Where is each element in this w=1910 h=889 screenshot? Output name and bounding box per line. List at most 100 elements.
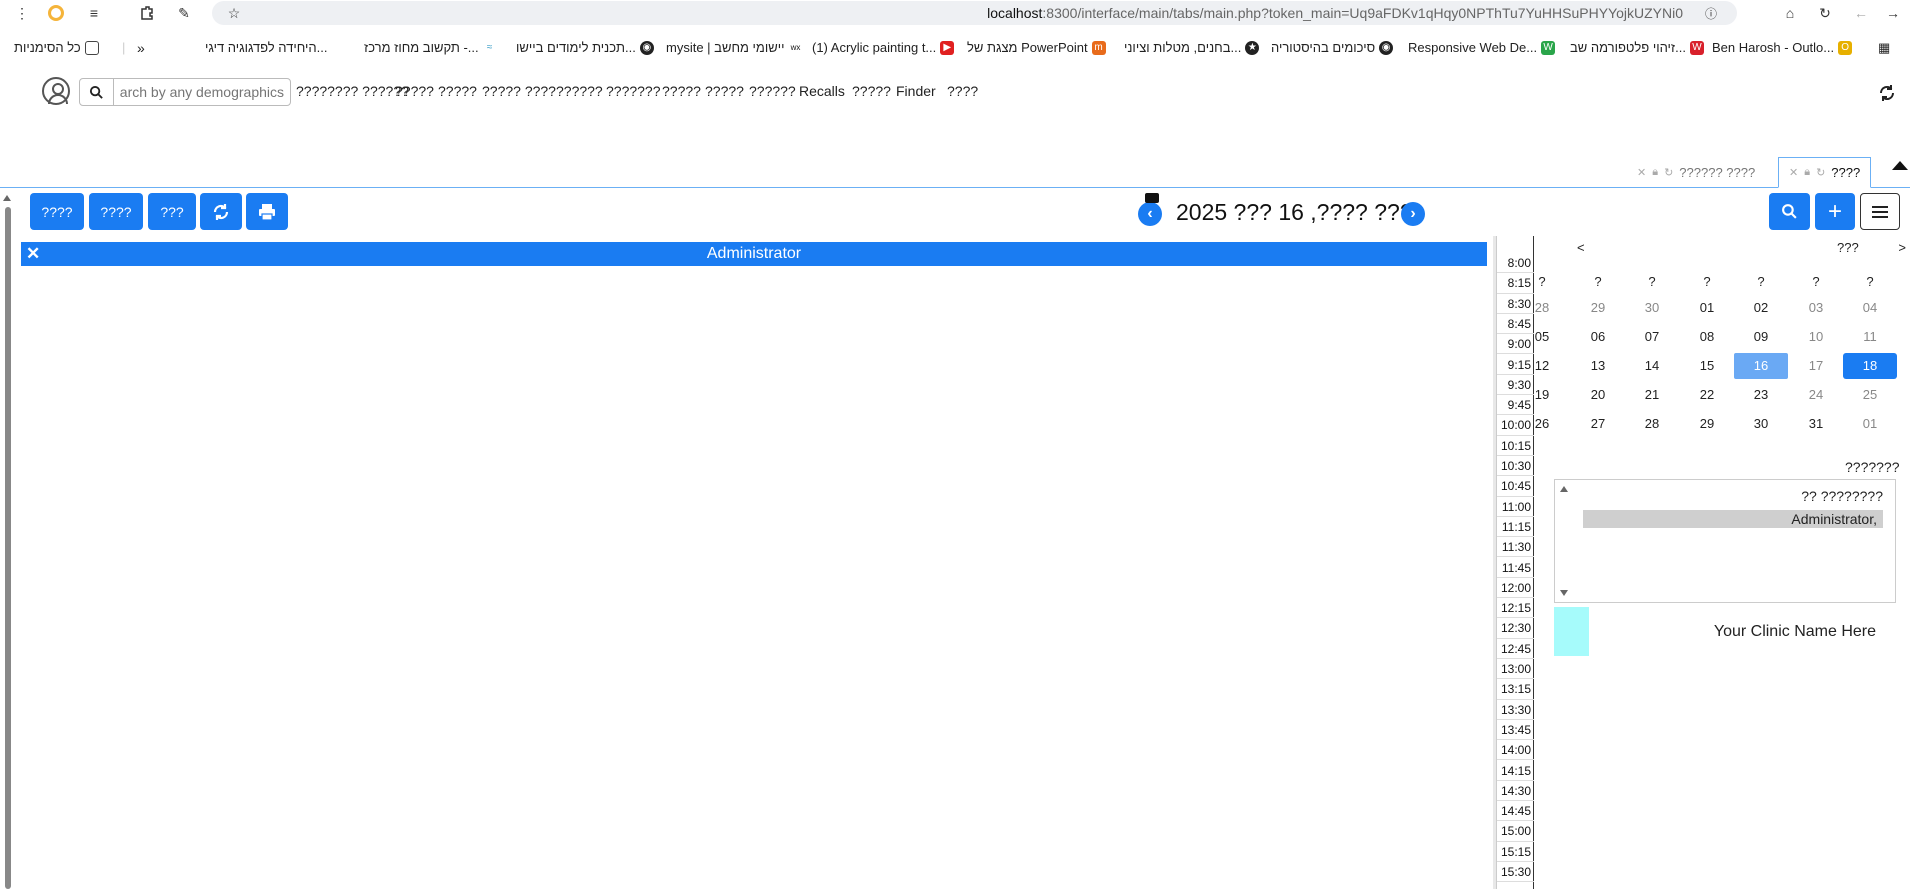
bookmark-5[interactable]: (1) Acrylic painting t... ▶: [812, 40, 955, 55]
forward-icon[interactable]: ←: [1851, 3, 1871, 23]
prev-day-button[interactable]: ‹: [1138, 202, 1162, 226]
menu-item-recalls[interactable]: Recalls: [799, 83, 845, 99]
sync-icon[interactable]: [1878, 84, 1896, 102]
mini-cal-day[interactable]: 26: [1515, 411, 1569, 437]
mini-cal-day[interactable]: 28: [1515, 295, 1569, 321]
media-control-icon[interactable]: ≡: [84, 3, 104, 23]
refresh-icon[interactable]: ↻: [1664, 166, 1673, 179]
menu-item-8[interactable]: ??????: [749, 83, 796, 99]
mini-cal-day[interactable]: 28: [1625, 411, 1679, 437]
menu-item-10[interactable]: ?????: [852, 83, 891, 99]
back-icon[interactable]: →: [1883, 3, 1903, 23]
mini-cal-day[interactable]: 05: [1515, 324, 1569, 350]
scroll-up-icon[interactable]: [1560, 486, 1568, 492]
kebab-menu-icon[interactable]: ⋮: [12, 3, 32, 23]
mini-cal-day[interactable]: 02: [1734, 295, 1788, 321]
menu-item-0[interactable]: ???????? ??????: [296, 83, 409, 99]
home-icon[interactable]: ⌂: [1780, 3, 1800, 23]
menu-item-12[interactable]: ????: [947, 83, 978, 99]
mini-cal-day[interactable]: 31: [1789, 411, 1843, 437]
close-provider-icon[interactable]: ✕: [26, 244, 40, 264]
menu-item-5[interactable]: ???????: [606, 83, 661, 99]
mini-cal-day[interactable]: 20: [1571, 382, 1625, 408]
refresh-button[interactable]: [200, 193, 242, 230]
providers-select[interactable]: ?? ???????? Administrator,: [1554, 479, 1896, 603]
menu-item-finder[interactable]: Finder: [896, 83, 936, 99]
bookmark-7[interactable]: בחנים, מטלות וציוני... ★: [1124, 40, 1260, 55]
refresh-icon[interactable]: ↻: [1816, 166, 1825, 179]
more-bookmarks-icon[interactable]: »: [137, 40, 145, 56]
toolbar-button-1[interactable]: ????: [30, 193, 84, 230]
print-button[interactable]: [246, 193, 288, 230]
mini-cal-day[interactable]: 24: [1789, 382, 1843, 408]
eyedropper-icon[interactable]: ✎: [174, 3, 194, 23]
bookmark-11[interactable]: Ben Harosh - Outlo... O: [1712, 40, 1853, 55]
menu-item-4[interactable]: ??????: [556, 83, 603, 99]
mini-cal-day[interactable]: 06: [1571, 324, 1625, 350]
mini-cal-day[interactable]: 15: [1680, 353, 1734, 379]
mini-cal-day[interactable]: 29: [1571, 295, 1625, 321]
search-appointments-button[interactable]: [1769, 193, 1810, 230]
tab-inactive[interactable]: ✕ 🔒︎ ↻ ?????? ????: [1637, 157, 1755, 188]
mini-cal-day[interactable]: 07: [1625, 324, 1679, 350]
menu-item-2[interactable]: ?????: [438, 83, 477, 99]
menu-item-7[interactable]: ?????: [705, 83, 744, 99]
bookmark-4[interactable]: mysite | יישומי מחשב wx: [666, 40, 803, 55]
mini-cal-next[interactable]: >: [1898, 240, 1906, 255]
mini-cal-day[interactable]: 23: [1734, 382, 1788, 408]
mini-cal-day[interactable]: 30: [1734, 411, 1788, 437]
lock-icon[interactable]: 🔒︎: [1652, 166, 1658, 179]
mini-cal-prev[interactable]: <: [1577, 240, 1585, 255]
close-icon[interactable]: ✕: [1789, 166, 1798, 179]
mini-cal-day[interactable]: 29: [1680, 411, 1734, 437]
mini-cal-day[interactable]: 21: [1625, 382, 1679, 408]
mini-cal-day[interactable]: 25: [1843, 382, 1897, 408]
add-appointment-button[interactable]: +: [1815, 193, 1855, 230]
mini-cal-day[interactable]: 01: [1843, 411, 1897, 437]
reload-icon[interactable]: ↻: [1815, 3, 1835, 23]
provider-option-admin[interactable]: Administrator,: [1583, 510, 1883, 528]
search-button[interactable]: [79, 78, 114, 106]
lock-icon[interactable]: 🔒︎: [1804, 166, 1810, 179]
bookmark-8[interactable]: סיכומים בהיסטוריה ◉: [1271, 40, 1394, 55]
mini-cal-day[interactable]: 18: [1843, 353, 1897, 379]
scroll-down-icon[interactable]: [1560, 590, 1568, 596]
mini-cal-day[interactable]: 03: [1789, 295, 1843, 321]
menu-item-6[interactable]: ?????: [662, 83, 701, 99]
bookmark-1[interactable]: היחידה לפדגוגיה דיגי...: [205, 40, 327, 55]
bookmark-9[interactable]: Responsive Web De... W: [1408, 40, 1556, 55]
scroll-up-icon[interactable]: [3, 195, 11, 201]
vertical-scrollbar[interactable]: [5, 207, 11, 889]
bookmark-star-icon[interactable]: ☆: [224, 3, 244, 23]
mini-cal-day[interactable]: 14: [1625, 353, 1679, 379]
tab-active[interactable]: ✕ 🔒︎ ↻ ????: [1778, 157, 1872, 188]
site-info-icon[interactable]: ⓘ: [1701, 3, 1721, 23]
mini-cal-day[interactable]: 22: [1680, 382, 1734, 408]
bookmark-6[interactable]: מצגת של PowerPoint m: [967, 40, 1106, 55]
collapse-menu-icon[interactable]: [1892, 161, 1908, 170]
toolbar-button-2[interactable]: ????: [89, 193, 143, 230]
mini-cal-day[interactable]: 19: [1515, 382, 1569, 408]
mini-cal-day[interactable]: 08: [1680, 324, 1734, 350]
patient-search-input[interactable]: [113, 78, 291, 106]
mini-cal-day[interactable]: 17: [1789, 353, 1843, 379]
mini-cal-day[interactable]: 16: [1734, 353, 1788, 379]
close-icon[interactable]: ✕: [1637, 166, 1646, 179]
extensions-icon[interactable]: [137, 3, 157, 23]
address-bar[interactable]: ☆ localhost:8300/interface/main/tabs/mai…: [212, 1, 1737, 25]
mini-cal-day[interactable]: 01: [1680, 295, 1734, 321]
provider-option-all[interactable]: ?? ????????: [1801, 488, 1883, 504]
menu-item-1[interactable]: ?????: [395, 83, 434, 99]
apps-grid-icon[interactable]: ▦: [1878, 40, 1890, 56]
hamburger-menu-button[interactable]: [1860, 193, 1900, 230]
mini-cal-day[interactable]: 11: [1843, 324, 1897, 350]
profile-icon[interactable]: [46, 3, 66, 23]
all-bookmarks[interactable]: כל הסימניות: [14, 40, 99, 55]
bookmark-10[interactable]: זיהוי פלטפורמה שב... W: [1570, 40, 1704, 55]
mini-cal-day[interactable]: 13: [1571, 353, 1625, 379]
next-day-button[interactable]: ›: [1401, 202, 1425, 226]
mini-cal-day[interactable]: 04: [1843, 295, 1897, 321]
user-avatar-icon[interactable]: [42, 77, 70, 105]
toolbar-button-3[interactable]: ???: [148, 193, 196, 230]
bookmark-3[interactable]: תכנית לימודים ביישו... ◉: [516, 40, 654, 55]
